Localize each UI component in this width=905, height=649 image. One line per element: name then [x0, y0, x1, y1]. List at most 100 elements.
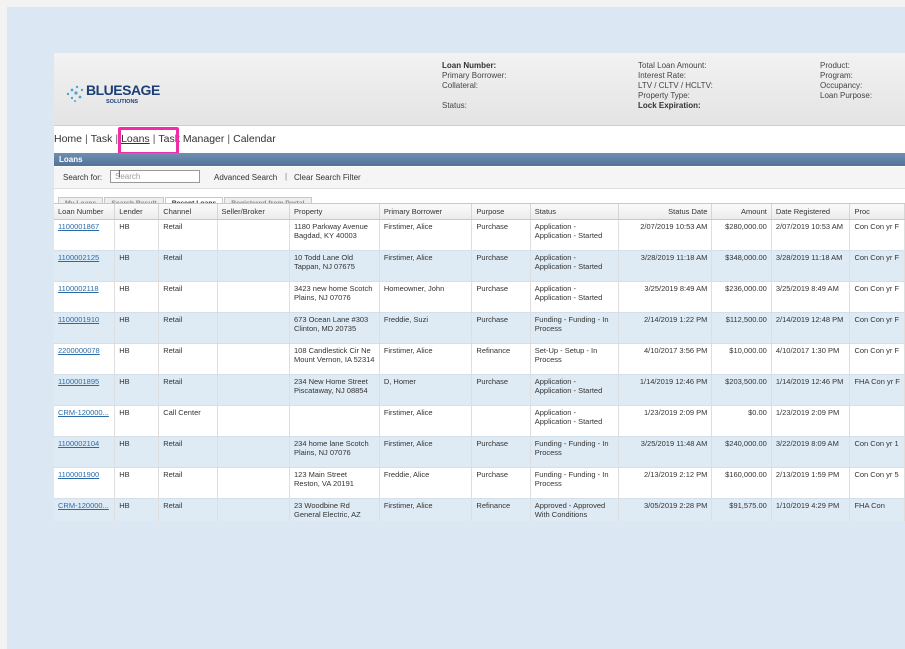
- col-amount-header[interactable]: Amount: [711, 204, 772, 220]
- product-cell: Con Con yr F: [849, 250, 905, 282]
- lender-cell: HB: [114, 281, 160, 313]
- status-date-cell: 2/07/2019 10:53 AM: [618, 219, 713, 251]
- amount-cell: $10,000.00: [711, 343, 772, 375]
- status-cell: Application - Application - Started: [530, 281, 620, 313]
- col-seller-broker-header[interactable]: Seller/Broker: [217, 204, 290, 220]
- purpose-cell: Purchase: [471, 281, 531, 313]
- seller-broker-cell: [217, 219, 290, 251]
- channel-cell: Retail: [158, 343, 218, 375]
- status-date-cell: 3/25/2019 11:48 AM: [618, 436, 713, 468]
- seller-broker-cell: [217, 343, 290, 375]
- date-registered-cell: 2/07/2019 10:53 AM: [771, 219, 851, 251]
- amount-cell: $240,000.00: [711, 436, 772, 468]
- col-primary-borrower-header[interactable]: Primary Borrower: [379, 204, 473, 220]
- status-date-cell: 1/14/2019 12:46 PM: [618, 374, 713, 406]
- loan-number-cell[interactable]: 1100002125: [54, 250, 116, 282]
- col-status-header[interactable]: Status: [530, 204, 620, 220]
- nav-home[interactable]: Home: [54, 133, 82, 145]
- loan-number-cell[interactable]: 1100001910: [54, 312, 116, 344]
- primary-borrower-cell: Firstimer, Alice: [379, 436, 473, 468]
- status-cell: Application - Application - Started: [530, 374, 620, 406]
- interest-rate-label: Interest Rate:: [638, 71, 687, 80]
- table-body: 1100001867 HB Retail 1180 Parkway Avenue Ba…: [54, 219, 905, 521]
- property-cell: 3423 new home Scotch Plains, NJ 07076: [289, 281, 380, 313]
- status-date-cell: 2/13/2019 2:12 PM: [618, 467, 713, 499]
- status-label: Status:: [442, 101, 467, 110]
- search-input[interactable]: Search: [110, 170, 200, 183]
- screen-background: BLUESAGE SOLUTIONS Loan Number: Primary …: [7, 7, 905, 649]
- seller-broker-cell: [217, 467, 290, 499]
- table-row[interactable]: CRM-120000... HB Retail 23 Woodbine Rd Gene…: [54, 498, 905, 521]
- loan-number-cell[interactable]: CRM-120000...: [54, 405, 116, 437]
- primary-borrower-cell: Firstimer, Alice: [379, 343, 473, 375]
- table-row[interactable]: 1100001900 HB Retail 123 Main Street Reston…: [54, 467, 905, 499]
- channel-cell: Retail: [158, 281, 218, 313]
- date-registered-cell: 3/25/2019 8:49 AM: [771, 281, 851, 313]
- primary-borrower-cell: Freddie, Alice: [379, 467, 473, 499]
- table-row[interactable]: 1100001895 HB Retail 234 New Home Street Pi…: [54, 374, 905, 406]
- amount-cell: $203,500.00: [711, 374, 772, 406]
- amount-cell: $0.00: [711, 405, 772, 437]
- property-cell: 123 Main Street Reston, VA 20191: [289, 467, 380, 499]
- loan-number-cell[interactable]: 1100002118: [54, 281, 116, 313]
- nav-task[interactable]: Task: [91, 133, 113, 145]
- col-channel-header[interactable]: Channel: [158, 204, 218, 220]
- status-date-cell: 1/23/2019 2:09 PM: [618, 405, 713, 437]
- channel-cell: Retail: [158, 219, 218, 251]
- channel-cell: Retail: [158, 467, 218, 499]
- property-cell: [289, 405, 380, 437]
- product-cell: Con Con yr 5: [849, 467, 905, 499]
- loan-number-cell[interactable]: 1100001900: [54, 467, 116, 499]
- loans-table: Loan Number Lender Channel Seller/Broker Pro…: [54, 204, 905, 521]
- col-loan-number-header[interactable]: Loan Number: [54, 204, 116, 220]
- loan-number-cell[interactable]: CRM-120000...: [54, 498, 116, 521]
- table-row[interactable]: CRM-120000... HB Call Center Firstimer, Ali…: [54, 405, 905, 437]
- col-property-header[interactable]: Property: [289, 204, 380, 220]
- property-cell: 23 Woodbine Rd General Electric, AZ 1234…: [289, 498, 380, 521]
- property-cell: 10 Todd Lane Old Tappan, NJ 07675: [289, 250, 380, 282]
- search-toolbar: Search for: Search I Advanced Search | C…: [54, 167, 905, 189]
- product-cell: FHA Con yr F: [849, 374, 905, 406]
- table-row[interactable]: 2200000078 HB Retail 108 Candlestick Cir Ne…: [54, 343, 905, 375]
- table-row[interactable]: 1100002118 HB Retail 3423 new home Scotch P…: [54, 281, 905, 313]
- lender-cell: HB: [114, 436, 160, 468]
- seller-broker-cell: [217, 250, 290, 282]
- header-col-product: Product: Program: Occupancy: Loan Purpos…: [820, 61, 872, 101]
- status-date-cell: 3/25/2019 8:49 AM: [618, 281, 713, 313]
- collateral-label: Collateral:: [442, 81, 479, 90]
- col-date-registered-header[interactable]: Date Registered: [771, 204, 851, 220]
- loan-number-cell[interactable]: 1100001867: [54, 219, 116, 251]
- nav-calendar[interactable]: Calendar: [233, 133, 276, 145]
- status-cell: Approved - Approved With Conditions: [530, 498, 620, 521]
- channel-cell: Retail: [158, 498, 218, 521]
- advanced-search-link[interactable]: Advanced Search: [214, 173, 277, 182]
- loan-number-cell[interactable]: 1100001895: [54, 374, 116, 406]
- property-cell: 234 home lane Scotch Plains, NJ 07076: [289, 436, 380, 468]
- lender-cell: HB: [114, 312, 160, 344]
- ltv-label: LTV / CLTV / HCLTV:: [638, 81, 713, 90]
- clear-search-filter-link[interactable]: Clear Search Filter: [294, 173, 361, 182]
- lender-cell: HB: [114, 498, 160, 521]
- table-row[interactable]: 1100002104 HB Retail 234 home lane Scotch P…: [54, 436, 905, 468]
- channel-cell: Retail: [158, 312, 218, 344]
- product-cell: Con Con yr F: [849, 281, 905, 313]
- col-purpose-header[interactable]: Purpose: [471, 204, 531, 220]
- loan-number-cell[interactable]: 1100002104: [54, 436, 116, 468]
- primary-borrower-cell: Firstimer, Alice: [379, 219, 473, 251]
- loan-summary-header: BLUESAGE SOLUTIONS Loan Number: Primary …: [54, 53, 905, 126]
- col-lender-header[interactable]: Lender: [114, 204, 160, 220]
- property-type-label: Property Type:: [638, 91, 690, 100]
- status-cell: Application - Application - Started: [530, 219, 620, 251]
- col-status-date-header[interactable]: Status Date: [618, 204, 713, 220]
- lock-expiration-label: Lock Expiration:: [638, 101, 701, 110]
- product-cell: Con Con yr F: [849, 312, 905, 344]
- table-row[interactable]: 1100001867 HB Retail 1180 Parkway Avenue Ba…: [54, 219, 905, 251]
- table-row[interactable]: 1100002125 HB Retail 10 Todd Lane Old Tappa…: [54, 250, 905, 282]
- product-cell: Con Con yr F: [849, 219, 905, 251]
- table-row[interactable]: 1100001910 HB Retail 673 Ocean Lane #303 Cl…: [54, 312, 905, 344]
- col-product-header[interactable]: Proc: [849, 204, 905, 220]
- logo-dots-icon: [66, 85, 84, 102]
- brand-sub-text: SOLUTIONS: [106, 99, 138, 105]
- loan-number-cell[interactable]: 2200000078: [54, 343, 116, 375]
- primary-borrower-cell: Firstimer, Alice: [379, 498, 473, 521]
